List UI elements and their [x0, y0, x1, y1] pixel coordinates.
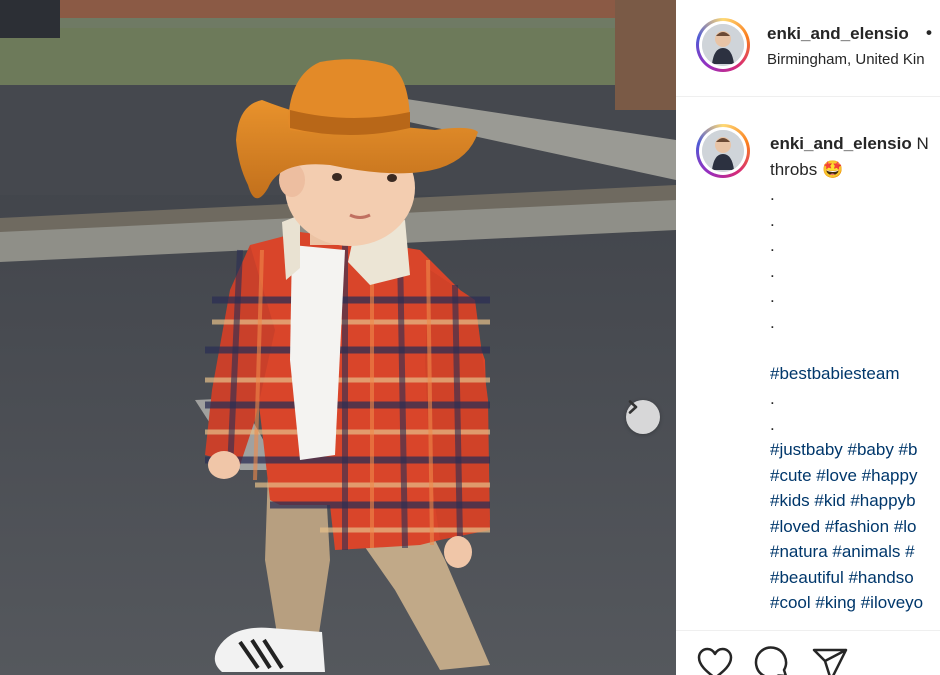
caption-dot: .: [770, 185, 775, 204]
avatar-image: [702, 130, 744, 172]
caption-dot: .: [770, 414, 775, 434]
post-photo[interactable]: [0, 0, 676, 675]
caption-line: throbs 🤩: [770, 157, 940, 183]
chevron-right-icon: [628, 400, 638, 414]
hashtag-link[interactable]: #bestbabiesteam: [770, 361, 940, 387]
caption-avatar[interactable]: [696, 124, 750, 178]
hashtag-line[interactable]: #cool #king #iloveyo: [770, 590, 940, 616]
post-side-panel: enki_and_elensio • Birmingham, United Ki…: [676, 0, 940, 675]
post-caption: enki_and_elensio N throbs 🤩 . . . . . . …: [770, 131, 940, 616]
post-actions: [676, 630, 940, 675]
caption-dot: .: [770, 236, 775, 255]
share-button[interactable]: [811, 646, 849, 675]
caption-blank: [770, 335, 940, 361]
follow-separator: •: [926, 23, 932, 42]
caption-dot: .: [770, 312, 775, 332]
caption-text: throbs: [770, 159, 818, 179]
location-link[interactable]: Birmingham, United Kin: [767, 51, 925, 68]
caption-dot: .: [770, 287, 775, 306]
hashtag-line[interactable]: #cute #love #happy: [770, 463, 940, 489]
caption-username[interactable]: enki_and_elensio: [770, 134, 912, 153]
like-button[interactable]: [696, 646, 734, 675]
header-avatar[interactable]: [696, 18, 750, 72]
header-username[interactable]: enki_and_elensio: [767, 24, 909, 44]
caption-text: N: [916, 134, 929, 153]
caption-dot: .: [770, 210, 775, 230]
comment-button[interactable]: [753, 646, 791, 675]
hashtag-line[interactable]: #natura #animals #: [770, 539, 940, 565]
hashtag-line[interactable]: #kids #kid #happyb: [770, 488, 940, 514]
avatar-image: [702, 24, 744, 66]
caption-line: enki_and_elensio N: [770, 131, 940, 157]
comment-icon: [754, 646, 788, 675]
heart-icon: [697, 647, 733, 675]
hashtag-line[interactable]: #loved #fashion #lo: [770, 514, 940, 540]
photo-image: [0, 0, 676, 675]
caption-dot: .: [770, 261, 775, 281]
next-photo-button[interactable]: [626, 400, 660, 434]
caption-dot: .: [770, 389, 775, 408]
hashtag-line[interactable]: #beautiful #handso: [770, 565, 940, 591]
share-icon: [812, 648, 848, 675]
star-eyes-emoji: 🤩: [821, 159, 844, 179]
hashtag-line[interactable]: #justbaby #baby #b: [770, 437, 940, 463]
post-header: enki_and_elensio • Birmingham, United Ki…: [676, 0, 940, 97]
